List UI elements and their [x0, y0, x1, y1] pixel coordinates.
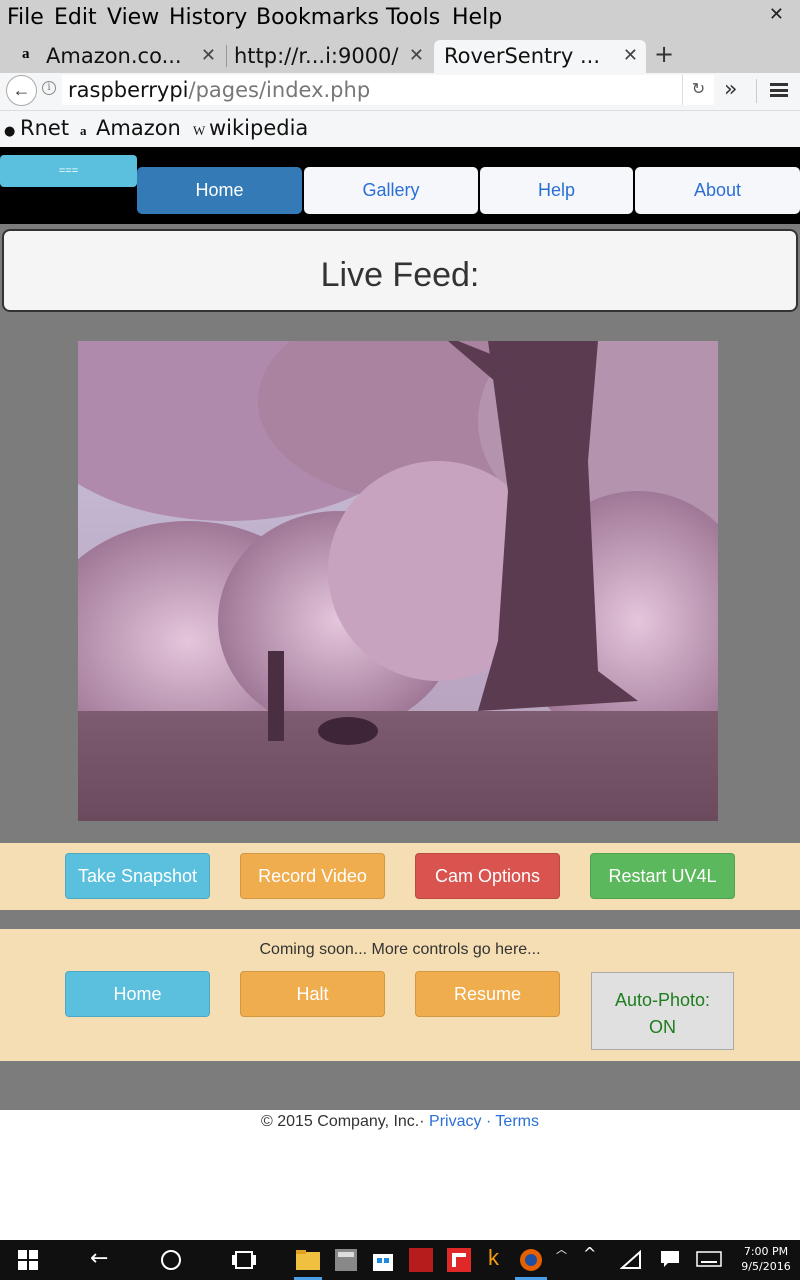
- main-content: Live Feed: Take Snapshot Record Video Ca…: [0, 224, 800, 1110]
- copyright-text: © 2015 Company, Inc.·: [261, 1113, 425, 1130]
- keyboard-icon[interactable]: [696, 1251, 722, 1267]
- auto-photo-toggle[interactable]: Auto-Photo: ON: [591, 972, 734, 1050]
- menu-help[interactable]: Help: [452, 5, 502, 30]
- show-hidden-icons-chevron-icon[interactable]: ^: [583, 1244, 596, 1272]
- live-feed-title: Live Feed:: [320, 256, 480, 294]
- nav-about[interactable]: About: [635, 167, 800, 214]
- firefox-icon[interactable]: [519, 1248, 543, 1272]
- close-tab-icon[interactable]: ✕: [623, 45, 638, 66]
- resume-button[interactable]: Resume: [415, 971, 560, 1017]
- tab-roversentry[interactable]: RoverSentry ... ✕: [434, 40, 646, 73]
- menu-bookmarks[interactable]: Bookmarks: [256, 5, 379, 30]
- auto-photo-label: Auto-Photo:: [614, 990, 711, 1010]
- tab-title: Amazon.co...: [46, 44, 182, 68]
- clock-date: 9/5/2016: [741, 1260, 791, 1273]
- close-tab-icon[interactable]: ✕: [201, 45, 216, 66]
- menu-history[interactable]: History: [169, 5, 247, 30]
- amazon-icon: a: [22, 46, 30, 62]
- toolbar-divider: [756, 79, 757, 103]
- notification-icon[interactable]: [660, 1250, 680, 1268]
- rover-home-button[interactable]: Home: [65, 971, 210, 1017]
- back-arrow-icon: ←: [12, 80, 31, 100]
- bookmark-wikipedia[interactable]: Wwikipedia: [193, 116, 308, 140]
- cortana-circle-icon[interactable]: [160, 1249, 182, 1271]
- taskbar-clock[interactable]: 7:00 PM 9/5/2016: [736, 1244, 796, 1274]
- tab-strip: a Amazon.co... ✕ http://r...i:9000/ ✕ Ro…: [0, 37, 800, 73]
- restart-uv4l-button[interactable]: Restart UV4L: [590, 853, 735, 899]
- hamburger-menu-icon[interactable]: [770, 83, 788, 97]
- tab-title: http://r...i:9000/: [234, 44, 399, 68]
- new-tab-icon[interactable]: +: [654, 40, 674, 68]
- scroll-up-chevron-icon[interactable]: ︿: [556, 1240, 567, 1268]
- overflow-chevron-icon[interactable]: »: [724, 77, 737, 102]
- windows-taskbar: ← k ︿ ^ 7:00 PM 9/5/2016: [0, 1240, 800, 1280]
- menu-file[interactable]: File: [7, 5, 44, 30]
- bookmark-rnet[interactable]: ● Rnet: [4, 116, 69, 140]
- cam-options-button[interactable]: Cam Options: [415, 853, 560, 899]
- rover-controls-panel: Coming soon... More controls go here... …: [0, 929, 800, 1061]
- halt-button[interactable]: Halt: [240, 971, 385, 1017]
- wikipedia-icon: W: [193, 123, 206, 138]
- bookmark-label: wikipedia: [209, 116, 309, 140]
- title-bar: ✕: [505, 0, 800, 37]
- reload-icon[interactable]: ↻: [682, 75, 714, 105]
- wifi-icon[interactable]: [620, 1250, 642, 1270]
- live-camera-image: [78, 341, 718, 821]
- back-button[interactable]: ←: [6, 75, 37, 106]
- amazon-icon: a: [80, 123, 87, 138]
- coming-soon-note: Coming soon... More controls go here...: [259, 941, 541, 958]
- site-navbar: === Home Gallery Help About: [0, 147, 800, 224]
- file-explorer-icon[interactable]: [296, 1248, 320, 1272]
- clock-time: 7:00 PM: [743, 1245, 789, 1258]
- flipboard-icon[interactable]: [447, 1248, 471, 1272]
- site-info-icon[interactable]: i: [42, 81, 56, 95]
- url-path: /pages/index.php: [188, 78, 371, 102]
- menu-view[interactable]: View: [107, 5, 159, 30]
- footer-separator: ·: [485, 1113, 492, 1130]
- close-tab-icon[interactable]: ✕: [409, 45, 424, 66]
- nav-home[interactable]: Home: [137, 167, 302, 214]
- terms-link[interactable]: Terms: [495, 1113, 539, 1130]
- menu-bar: File Edit View History Bookmarks Tools H…: [0, 0, 505, 37]
- tab-title: RoverSentry ...: [444, 44, 601, 68]
- url-bar[interactable]: raspberrypi/pages/index.php: [62, 75, 682, 105]
- store-icon[interactable]: [371, 1248, 395, 1272]
- task-view-icon[interactable]: [232, 1250, 256, 1270]
- live-feed-header: Live Feed:: [2, 229, 798, 312]
- tab-separator: [226, 45, 227, 67]
- nav-gallery[interactable]: Gallery: [304, 167, 478, 214]
- nav-help[interactable]: Help: [480, 167, 633, 214]
- globe-icon: ●: [4, 124, 16, 139]
- close-window-icon[interactable]: ✕: [769, 4, 784, 25]
- tab-local-9000[interactable]: http://r...i:9000/ ✕: [228, 40, 432, 73]
- calculator-icon[interactable]: [334, 1248, 358, 1272]
- auto-photo-state: ON: [649, 1017, 676, 1037]
- tab-amazon[interactable]: a Amazon.co... ✕: [14, 40, 224, 73]
- windows-start-icon[interactable]: [18, 1250, 38, 1270]
- red-app-icon[interactable]: [409, 1248, 433, 1272]
- take-snapshot-button[interactable]: Take Snapshot: [65, 853, 210, 899]
- url-host: raspberrypi: [68, 78, 189, 102]
- bookmark-label: Amazon: [96, 116, 181, 140]
- kindle-icon[interactable]: k: [488, 1245, 499, 1273]
- bookmark-label: Rnet: [20, 116, 70, 140]
- record-video-button[interactable]: Record Video: [240, 853, 385, 899]
- page-footer: © 2015 Company, Inc.· Privacy · Terms: [0, 1110, 800, 1240]
- menu-edit[interactable]: Edit: [54, 5, 97, 30]
- nav-toggle-button[interactable]: ===: [0, 155, 137, 187]
- back-arrow-icon[interactable]: ←: [90, 1246, 108, 1274]
- privacy-link[interactable]: Privacy: [429, 1113, 481, 1130]
- bookmarks-bar: ● Rnet a Amazon Wwikipedia: [0, 111, 800, 147]
- bookmark-amazon[interactable]: a Amazon: [80, 116, 181, 140]
- navigation-bar: ← i raspberrypi/pages/index.php ↻ »: [0, 73, 800, 111]
- camera-controls-panel: Take Snapshot Record Video Cam Options R…: [0, 843, 800, 910]
- menu-tools[interactable]: Tools: [386, 5, 440, 30]
